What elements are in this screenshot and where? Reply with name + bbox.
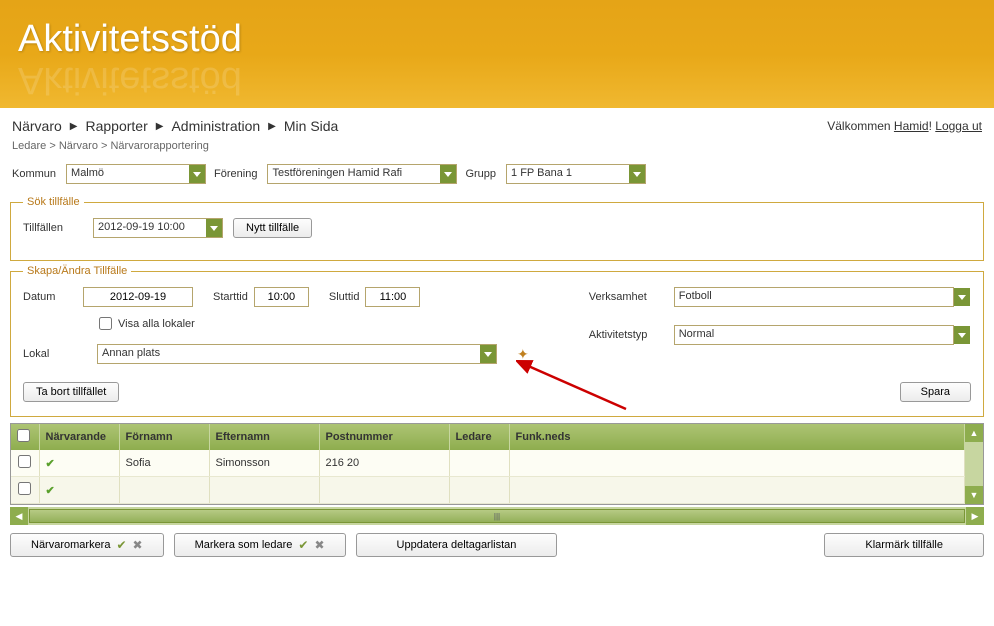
vertical-scrollbar[interactable]: ▲ ▼ bbox=[965, 424, 983, 504]
visa-alla-lokaler-label: Visa alla lokaler bbox=[118, 318, 195, 330]
datum-input[interactable] bbox=[83, 287, 193, 307]
verksamhet-label: Verksamhet bbox=[589, 291, 674, 303]
aktivitetstyp-select[interactable]: Normal bbox=[674, 325, 971, 345]
narvaromarkera-button[interactable]: Närvaromarkera ✔ ✖ bbox=[10, 533, 164, 557]
chevron-right-icon: ▶ bbox=[156, 121, 164, 132]
app-logo: Aktivitetsstöd bbox=[18, 18, 994, 61]
klarmark-tillfalle-button[interactable]: Klarmärk tillfälle bbox=[824, 533, 984, 557]
kommun-select[interactable]: Malmö bbox=[66, 164, 206, 184]
nytt-tillfalle-button[interactable]: Nytt tillfälle bbox=[233, 218, 312, 238]
filter-row: Kommun Malmö Förening Testföreningen Ham… bbox=[0, 160, 994, 192]
x-icon: ✖ bbox=[314, 538, 324, 552]
ta-bort-tillfallet-button[interactable]: Ta bort tillfället bbox=[23, 382, 119, 402]
skapa-legend: Skapa/Ändra Tillfälle bbox=[23, 265, 131, 277]
nav-narvaro[interactable]: Närvaro bbox=[12, 118, 62, 134]
starttid-input[interactable] bbox=[254, 287, 309, 307]
horizontal-scrollbar[interactable]: ◀ ||| ▶ bbox=[10, 507, 984, 525]
aktivitetstyp-label: Aktivitetstyp bbox=[589, 329, 674, 341]
cell-funkneds bbox=[509, 450, 965, 477]
breadcrumb-current: Närvarorapportering bbox=[110, 140, 208, 152]
forening-label: Förening bbox=[214, 168, 257, 180]
visa-alla-lokaler-checkbox[interactable] bbox=[99, 317, 112, 330]
verksamhet-select[interactable]: Fotboll bbox=[674, 287, 971, 307]
nav-bar: Närvaro ▶ Rapporter ▶ Administration ▶ M… bbox=[0, 108, 994, 138]
breadcrumb: Ledare > Närvaro > Närvarorapportering bbox=[0, 138, 994, 160]
starttid-label: Starttid bbox=[213, 291, 248, 303]
nav-min-sida[interactable]: Min Sida bbox=[284, 118, 338, 134]
sluttid-input[interactable] bbox=[365, 287, 420, 307]
sok-legend: Sök tillfälle bbox=[23, 196, 84, 208]
header-ledare[interactable]: Ledare bbox=[449, 424, 509, 450]
forening-select[interactable]: Testföreningen Hamid Rafi bbox=[267, 164, 457, 184]
user-link[interactable]: Hamid bbox=[894, 119, 929, 133]
header-funkneds[interactable]: Funk.neds bbox=[509, 424, 965, 450]
grupp-label: Grupp bbox=[465, 168, 496, 180]
participants-table: Närvarande Förnamn Efternamn Postnummer … bbox=[11, 424, 965, 504]
datum-label: Datum bbox=[23, 291, 83, 303]
tillfallen-label: Tillfällen bbox=[23, 222, 83, 234]
check-icon: ✔ bbox=[298, 538, 308, 552]
check-icon: ✔ bbox=[116, 538, 126, 552]
lokal-select[interactable]: Annan plats bbox=[97, 344, 497, 364]
header-fornamn[interactable]: Förnamn bbox=[119, 424, 209, 450]
header-banner: Aktivitetsstöd Aktivitetsstöd bbox=[0, 0, 994, 108]
participants-table-container: Närvarande Förnamn Efternamn Postnummer … bbox=[10, 423, 984, 505]
chevron-right-icon: ▶ bbox=[268, 121, 276, 132]
select-all-checkbox[interactable] bbox=[17, 429, 30, 442]
header-efternamn[interactable]: Efternamn bbox=[209, 424, 319, 450]
cell-fornamn: Sofia bbox=[119, 450, 209, 477]
cell-efternamn: Simonsson bbox=[209, 450, 319, 477]
scroll-thumb[interactable]: ||| bbox=[29, 509, 965, 523]
welcome-prefix: Välkommen bbox=[827, 119, 894, 133]
markera-som-ledare-button[interactable]: Markera som ledare ✔ ✖ bbox=[174, 533, 346, 557]
cell-ledare bbox=[449, 450, 509, 477]
table-row[interactable]: ✔ Sofia Simonsson 216 20 bbox=[11, 450, 965, 477]
row-checkbox[interactable] bbox=[18, 455, 31, 468]
row-checkbox[interactable] bbox=[18, 482, 31, 495]
chevron-right-icon: ▶ bbox=[70, 121, 78, 132]
cell-postnummer: 216 20 bbox=[319, 450, 449, 477]
tillfallen-select[interactable]: 2012-09-19 10:00 bbox=[93, 218, 223, 238]
header-narvarande[interactable]: Närvarande bbox=[39, 424, 119, 450]
kommun-label: Kommun bbox=[12, 168, 56, 180]
present-check-icon: ✔ bbox=[46, 458, 55, 470]
uppdatera-deltagarlistan-button[interactable]: Uppdatera deltagarlistan bbox=[356, 533, 558, 557]
skapa-tillfalle-fieldset: Skapa/Ändra Tillfälle Datum Starttid Slu… bbox=[10, 265, 984, 417]
scroll-left-button[interactable]: ◀ bbox=[10, 507, 28, 525]
scroll-right-button[interactable]: ▶ bbox=[966, 507, 984, 525]
chevron-down-icon bbox=[954, 326, 970, 344]
present-check-icon: ✔ bbox=[46, 485, 55, 497]
spara-button[interactable]: Spara bbox=[900, 382, 971, 402]
logout-link[interactable]: Logga ut bbox=[935, 119, 982, 133]
breadcrumb-narvaro[interactable]: Närvaro bbox=[59, 140, 98, 152]
nav-rapporter[interactable]: Rapporter bbox=[86, 118, 148, 134]
lokal-label: Lokal bbox=[23, 348, 83, 360]
header-select-all[interactable] bbox=[11, 424, 39, 450]
nav-administration[interactable]: Administration bbox=[171, 118, 260, 134]
sluttid-label: Sluttid bbox=[329, 291, 360, 303]
table-row[interactable]: ✔ bbox=[11, 477, 965, 504]
grupp-select[interactable]: 1 FP Bana 1 bbox=[506, 164, 646, 184]
chevron-down-icon bbox=[954, 288, 970, 306]
x-icon: ✖ bbox=[133, 538, 143, 552]
header-postnummer[interactable]: Postnummer bbox=[319, 424, 449, 450]
scroll-down-button[interactable]: ▼ bbox=[965, 486, 983, 504]
scroll-up-button[interactable]: ▲ bbox=[965, 424, 983, 442]
sok-tillfalle-fieldset: Sök tillfälle Tillfällen 2012-09-19 10:0… bbox=[10, 196, 984, 261]
welcome-area: Välkommen Hamid! Logga ut bbox=[827, 119, 982, 133]
bottom-toolbar: Närvaromarkera ✔ ✖ Markera som ledare ✔ … bbox=[0, 525, 994, 571]
app-logo-reflection: Aktivitetsstöd bbox=[18, 58, 242, 101]
annotation-arrow-icon bbox=[516, 359, 636, 419]
breadcrumb-ledare[interactable]: Ledare bbox=[12, 140, 46, 152]
scroll-track[interactable] bbox=[965, 442, 983, 486]
